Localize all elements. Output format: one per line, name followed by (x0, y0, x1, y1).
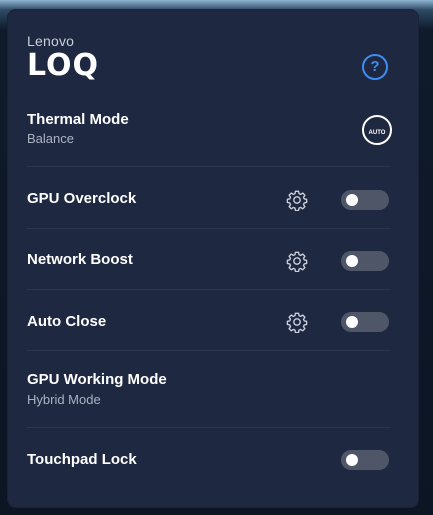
thermal-mode-title: Thermal Mode (27, 111, 129, 128)
network-boost-label: Network Boost (27, 251, 133, 268)
brand-vendor: Lenovo (27, 33, 75, 49)
divider (27, 427, 391, 428)
toggle-knob (346, 316, 358, 328)
help-icon[interactable]: ? (362, 54, 388, 80)
auto-close-settings-icon[interactable] (286, 311, 308, 333)
divider (27, 166, 391, 167)
network-boost-toggle[interactable] (341, 251, 389, 271)
thermal-mode-value: Balance (27, 131, 74, 146)
auto-mode-icon[interactable]: AUTO (362, 115, 392, 145)
gpu-overclock-toggle[interactable] (341, 190, 389, 210)
gpu-working-mode-title[interactable]: GPU Working Mode (27, 371, 167, 388)
network-boost-settings-icon[interactable] (286, 250, 308, 272)
touchpad-lock-toggle[interactable] (341, 450, 389, 470)
divider (27, 350, 391, 351)
toggle-knob (346, 454, 358, 466)
divider (27, 289, 391, 290)
auto-close-label: Auto Close (27, 313, 107, 330)
gpu-overclock-settings-icon[interactable] (286, 189, 308, 211)
gpu-working-mode-value: Hybrid Mode (27, 392, 101, 407)
toggle-knob (346, 255, 358, 267)
brand-logo: LOQ (27, 48, 100, 83)
auto-mode-icon-label: AUTO (368, 130, 386, 136)
toggle-knob (346, 194, 358, 206)
gpu-overclock-label: GPU Overclock (27, 190, 137, 207)
touchpad-lock-label: Touchpad Lock (27, 451, 137, 468)
auto-close-toggle[interactable] (341, 312, 389, 332)
divider (27, 228, 391, 229)
